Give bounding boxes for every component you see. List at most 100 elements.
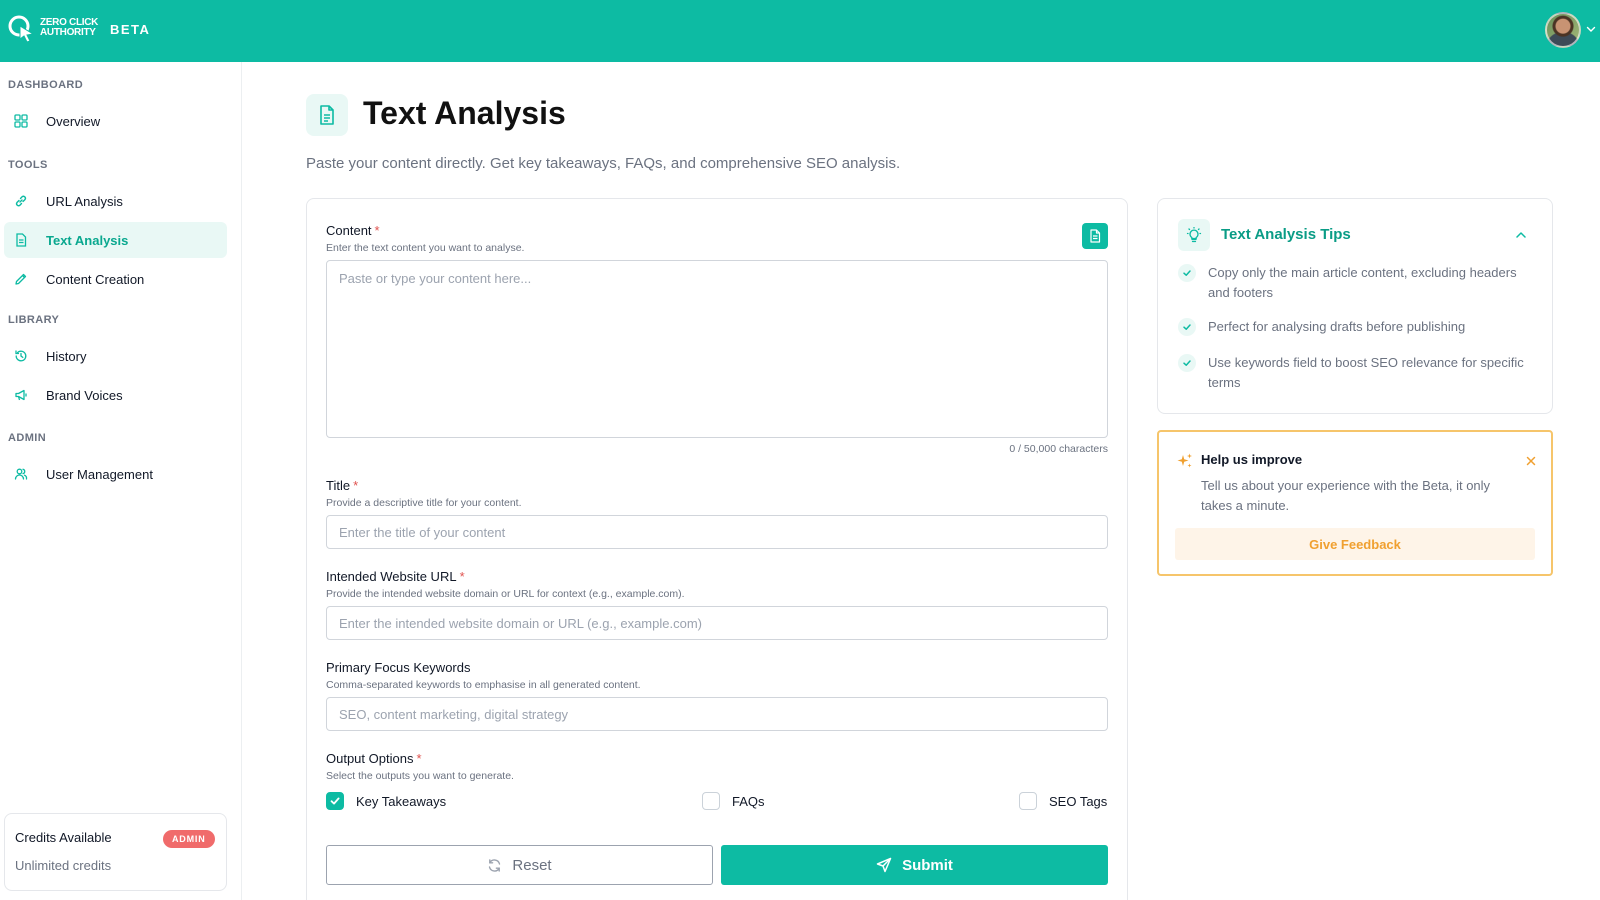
- option-key-takeaways[interactable]: Key Takeaways: [326, 792, 446, 810]
- title-help: Provide a descriptive title for your con…: [326, 497, 522, 509]
- send-icon: [876, 857, 892, 873]
- megaphone-icon: [12, 386, 30, 404]
- link-icon: [12, 192, 30, 210]
- app-logo[interactable]: ZERO CLICK AUTHORITY: [8, 14, 98, 42]
- required-mark: *: [459, 569, 465, 584]
- option-label: Key Takeaways: [356, 793, 447, 809]
- reset-button[interactable]: Reset: [326, 845, 713, 885]
- sidebar-item-label: History: [46, 348, 87, 364]
- tips-title: Text Analysis Tips: [1221, 226, 1351, 243]
- sidebar-item-content-creation[interactable]: Content Creation: [4, 261, 227, 297]
- key-takeaways-checkbox[interactable]: [326, 792, 344, 810]
- page-title: Text Analysis: [363, 95, 566, 131]
- paste-document-button[interactable]: [1082, 223, 1108, 249]
- admin-badge: ADMIN: [163, 830, 215, 848]
- keywords-help: Comma-separated keywords to emphasise in…: [326, 679, 641, 691]
- website-url-input[interactable]: [326, 606, 1108, 640]
- logo-icon: [8, 15, 35, 42]
- credits-panel: Credits Available ADMIN Unlimited credit…: [4, 813, 227, 891]
- logo-text-line2: AUTHORITY: [40, 27, 96, 38]
- output-options-help: Select the outputs you want to generate.: [326, 770, 514, 782]
- page-subtitle: Paste your content directly. Get key tak…: [306, 155, 901, 172]
- feedback-text: Tell us about your experience with the B…: [1201, 478, 1491, 513]
- content-textarea[interactable]: [326, 260, 1108, 438]
- sparkles-icon: [1177, 453, 1192, 468]
- tip-item: Perfect for analysing drafts before publ…: [1178, 317, 1538, 337]
- submit-button-label: Submit: [902, 856, 953, 874]
- keywords-input[interactable]: [326, 697, 1108, 731]
- sidebar: DASHBOARD Overview TOOLS URL Analysis Te…: [0, 62, 242, 900]
- sidebar-item-brand-voices[interactable]: Brand Voices: [4, 377, 227, 413]
- website-url-label: Intended Website URL *: [326, 569, 465, 584]
- history-icon: [12, 347, 30, 365]
- check-icon: [1178, 264, 1196, 282]
- output-options-label-text: Output Options: [326, 751, 414, 766]
- title-label-text: Title: [326, 478, 351, 493]
- user-avatar[interactable]: [1545, 12, 1581, 48]
- tip-text: Use keywords field to boost SEO relevanc…: [1208, 355, 1524, 390]
- sidebar-item-label: URL Analysis: [46, 193, 123, 209]
- feedback-title: Help us improve: [1201, 452, 1303, 467]
- checkmark-icon: [330, 797, 340, 805]
- logo-text: ZERO CLICK AUTHORITY: [40, 18, 98, 38]
- required-mark: *: [353, 478, 359, 493]
- tip-item: Copy only the main article content, excl…: [1178, 263, 1538, 303]
- faqs-checkbox[interactable]: [702, 792, 720, 810]
- pencil-icon: [12, 270, 30, 288]
- content-label-text: Content: [326, 223, 372, 238]
- document-icon: [12, 231, 30, 249]
- tip-text: Perfect for analysing drafts before publ…: [1208, 319, 1466, 334]
- website-url-help: Provide the intended website domain or U…: [326, 588, 685, 600]
- required-mark: *: [374, 223, 380, 238]
- content-label: Content *: [326, 223, 380, 238]
- sidebar-section-tools: TOOLS: [8, 159, 48, 171]
- option-label: FAQs: [732, 793, 765, 809]
- chevron-up-icon[interactable]: [1513, 227, 1529, 243]
- sidebar-item-label: Text Analysis: [46, 232, 129, 248]
- content-help: Enter the text content you want to analy…: [326, 242, 525, 254]
- credits-title: Credits Available: [15, 830, 112, 845]
- sidebar-item-user-management[interactable]: User Management: [4, 456, 227, 492]
- analysis-form: Content * Enter the text content you want…: [306, 198, 1128, 900]
- title-label: Title *: [326, 478, 358, 493]
- sidebar-item-url-analysis[interactable]: URL Analysis: [4, 183, 227, 219]
- title-input[interactable]: [326, 515, 1108, 549]
- output-options-label: Output Options *: [326, 751, 422, 766]
- sidebar-item-text-analysis[interactable]: Text Analysis: [4, 222, 227, 258]
- tip-text: Copy only the main article content, excl…: [1208, 265, 1517, 300]
- submit-button[interactable]: Submit: [721, 845, 1108, 885]
- close-icon[interactable]: [1524, 454, 1538, 468]
- sidebar-item-label: Brand Voices: [46, 387, 123, 403]
- reset-button-label: Reset: [512, 856, 552, 874]
- sidebar-section-library: LIBRARY: [8, 314, 60, 326]
- chevron-down-icon[interactable]: [1586, 24, 1596, 34]
- seo-tags-checkbox[interactable]: [1019, 792, 1037, 810]
- tips-panel: Text Analysis Tips Copy only the main ar…: [1157, 198, 1553, 414]
- sidebar-item-label: Overview: [46, 113, 101, 129]
- option-faqs[interactable]: FAQs: [702, 792, 765, 810]
- check-icon: [1178, 354, 1196, 372]
- option-seo-tags[interactable]: SEO Tags: [1019, 792, 1107, 810]
- refresh-icon: [487, 858, 502, 873]
- website-url-label-text: Intended Website URL: [326, 569, 457, 584]
- users-icon: [12, 465, 30, 483]
- give-feedback-button[interactable]: Give Feedback: [1175, 528, 1535, 560]
- character-count: 0 / 50,000 characters: [1009, 443, 1108, 455]
- grid-icon: [12, 112, 30, 130]
- required-mark: *: [416, 751, 422, 766]
- sidebar-item-label: User Management: [46, 466, 153, 482]
- sidebar-section-dashboard: DASHBOARD: [8, 79, 84, 91]
- lightbulb-icon: [1178, 219, 1210, 251]
- sidebar-item-history[interactable]: History: [4, 338, 227, 374]
- top-header: ZERO CLICK AUTHORITY BETA: [0, 0, 1600, 62]
- tip-item: Use keywords field to boost SEO relevanc…: [1178, 353, 1538, 393]
- sidebar-item-label: Content Creation: [46, 271, 145, 287]
- feedback-panel: Help us improve Tell us about your exper…: [1157, 430, 1553, 576]
- document-icon: [1090, 229, 1101, 243]
- page-document-icon: [306, 94, 348, 136]
- sidebar-section-admin: ADMIN: [8, 432, 47, 444]
- keywords-label: Primary Focus Keywords: [326, 660, 471, 675]
- check-icon: [1178, 318, 1196, 336]
- sidebar-item-overview[interactable]: Overview: [4, 103, 227, 139]
- option-label: SEO Tags: [1049, 793, 1108, 809]
